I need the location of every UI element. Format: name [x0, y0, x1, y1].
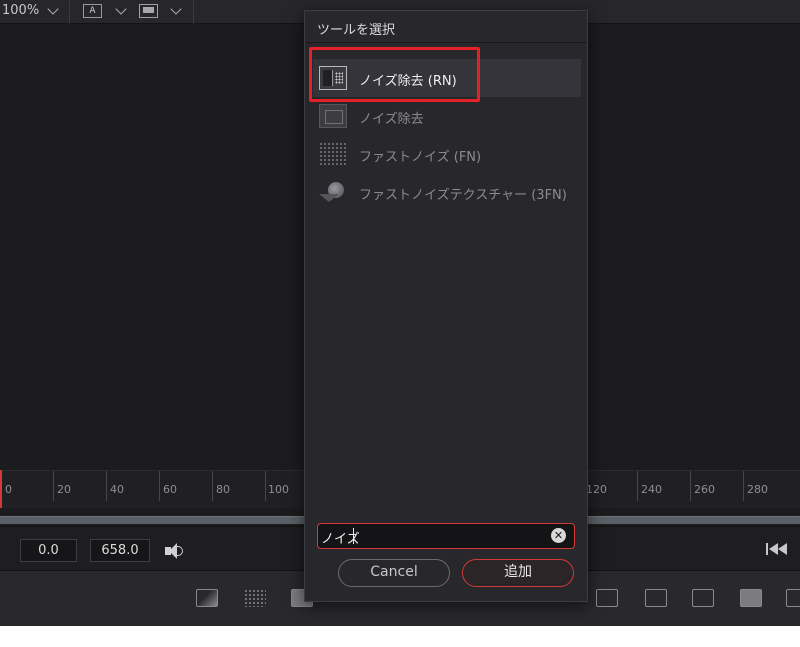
ruler-tick-label: 60	[163, 483, 177, 496]
ruler-tick	[743, 471, 744, 501]
ruler-tick-label: 240	[641, 483, 662, 496]
background-tool-icon[interactable]	[196, 589, 218, 607]
dialog-header: ツールを選択	[305, 11, 587, 43]
ruler-tick-label: 20	[57, 483, 71, 496]
divider	[69, 0, 70, 24]
ruler-tick	[265, 471, 266, 501]
fast-noise-tool-icon[interactable]	[244, 589, 266, 607]
viewer-mode-button[interactable]: A	[83, 4, 102, 18]
tool-list-item[interactable]: ファストノイズ (FN)	[313, 135, 581, 173]
zoom-level[interactable]: 100%	[2, 3, 39, 18]
tool-list-item[interactable]: ノイズ除去 (RN)	[313, 59, 581, 97]
ruler-tick-label: 40	[110, 483, 124, 496]
speaker-icon[interactable]	[163, 541, 189, 561]
ruler-tick-label: 0	[5, 483, 12, 496]
tool-list-item[interactable]: ファストノイズテクスチャー (3FN)	[313, 173, 581, 211]
fast-noise-icon	[319, 142, 347, 166]
divider	[193, 0, 194, 24]
ruler-tick-label: 100	[268, 483, 289, 496]
ruler-tick	[212, 471, 213, 501]
ruler-tick	[53, 471, 54, 501]
noise-reduction-rn-icon	[319, 66, 347, 90]
out-timecode-field[interactable]: 658.0	[90, 539, 150, 562]
ruler-tick-label: 120	[586, 483, 607, 496]
clear-icon[interactable]: ✕	[551, 528, 566, 543]
ruler-tick-label: 80	[216, 483, 230, 496]
ruler-tick-label: 280	[747, 483, 768, 496]
tool-list-item[interactable]: ノイズ除去	[313, 97, 581, 135]
tool-list-item-label: ファストノイズテクスチャー (3FN)	[359, 188, 567, 203]
ruler-tick	[637, 471, 638, 501]
cancel-button[interactable]: Cancel	[338, 559, 450, 587]
transform-tool-icon[interactable]	[786, 589, 800, 607]
noise-reduction-icon	[319, 104, 347, 128]
ruler-tick	[106, 471, 107, 501]
in-timecode-field[interactable]: 0.0	[20, 539, 77, 562]
select-tool-dialog: ツールを選択 ノイズ除去 (RN) ノイズ除去 ファストノイズ (FN) ファス…	[304, 10, 588, 602]
add-button[interactable]: 追加	[462, 559, 574, 587]
text-caret	[353, 528, 354, 544]
tool-list-item-label: ファストノイズ (FN)	[359, 150, 482, 165]
tool-list-item-label: ノイズ除去	[359, 112, 424, 127]
search-input[interactable]: ノイズ ✕	[317, 523, 575, 549]
chevron-down-icon[interactable]	[47, 3, 59, 15]
dialog-title: ツールを選択	[317, 23, 396, 38]
ruler-tick-label: 260	[694, 483, 715, 496]
tool-list-item-label: ノイズ除去 (RN)	[359, 74, 457, 89]
monitor-icon[interactable]	[139, 4, 158, 18]
fast-noise-texture-icon	[319, 180, 347, 204]
matte-control-tool-icon[interactable]	[692, 589, 714, 607]
channel-booleans-tool-icon[interactable]	[645, 589, 667, 607]
ruler-tick	[690, 471, 691, 501]
ruler-tick	[159, 471, 160, 501]
media-out-tool-icon[interactable]	[740, 589, 762, 607]
fusion-page: 100% A 0 20 40 60 80 100 120 240 260 280…	[0, 0, 800, 626]
playhead[interactable]	[0, 470, 2, 508]
chevron-down-icon[interactable]	[115, 3, 127, 15]
go-to-start-icon[interactable]	[765, 540, 791, 558]
merge-tool-icon[interactable]	[596, 589, 618, 607]
chevron-down-icon[interactable]	[170, 3, 182, 15]
